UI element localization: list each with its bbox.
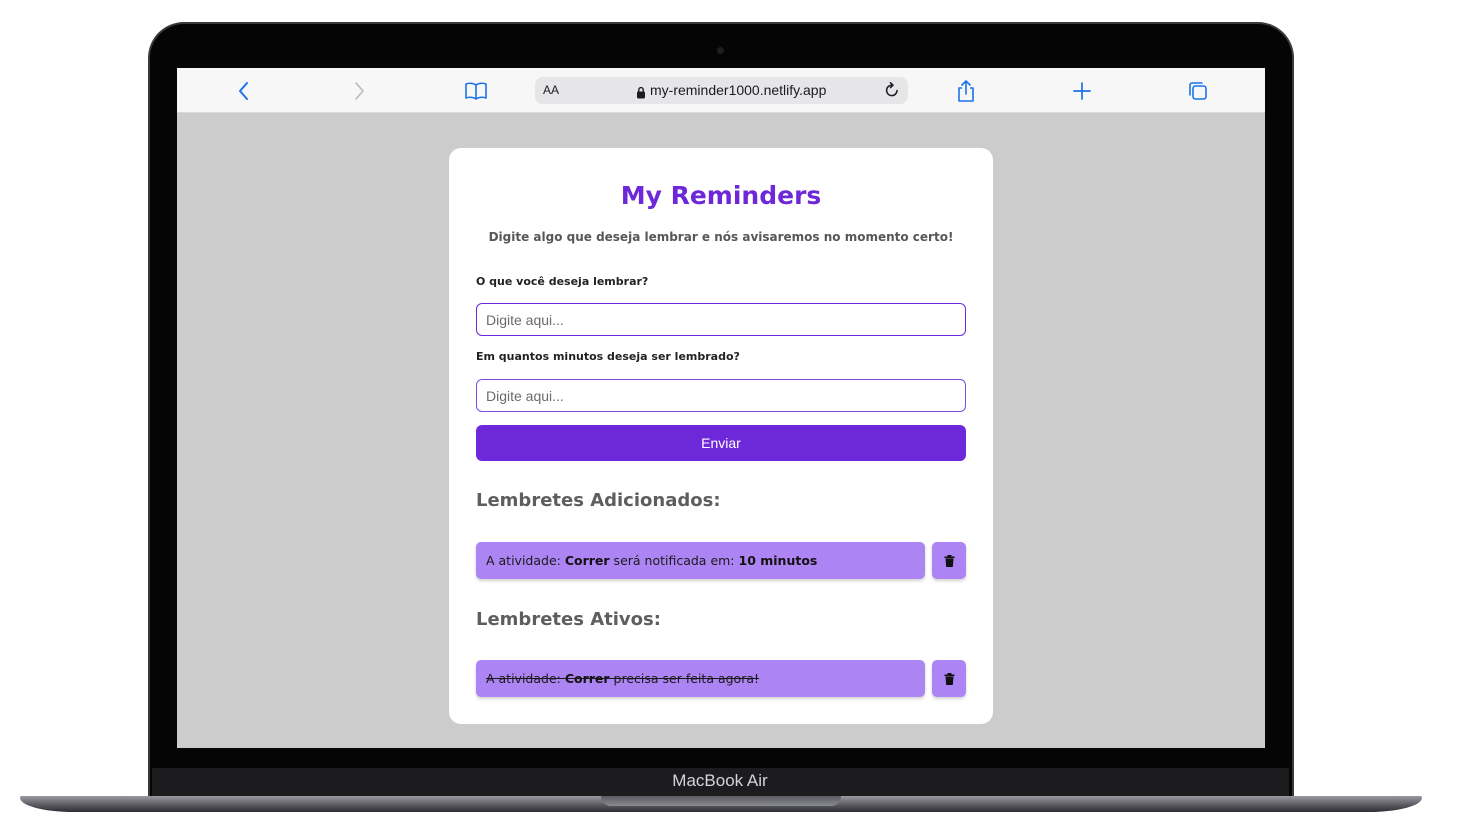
reminder-label: O que você deseja lembrar? (476, 275, 649, 288)
reminder-time: 10 minutos (738, 553, 818, 568)
trash-icon (944, 672, 954, 685)
added-reminder-item: A atividade: Correr será notificada em: … (476, 542, 925, 579)
book-icon[interactable] (464, 79, 488, 103)
tabs-icon[interactable] (1186, 79, 1210, 103)
reminder-text-middle: será notificada em: (609, 553, 739, 568)
lock-icon (636, 84, 646, 103)
laptop-notch (601, 796, 841, 806)
delete-added-reminder-button[interactable] (932, 542, 966, 579)
reminder-text-suffix: precisa ser feita agora! (609, 671, 759, 686)
address-bar[interactable]: AA my-reminder1000.netlify.app (535, 77, 908, 104)
trash-icon (944, 554, 954, 567)
reminder-activity: Correr (564, 553, 610, 568)
submit-button[interactable]: Enviar (476, 425, 966, 461)
delete-active-reminder-button[interactable] (932, 660, 966, 697)
reminder-activity: Correr (564, 671, 610, 686)
minutes-label: Em quantos minutos deseja ser lembrado? (476, 350, 740, 363)
reload-icon[interactable] (882, 80, 902, 100)
active-reminder-item: A atividade: Correr precisa ser feita ag… (476, 660, 925, 697)
active-reminders-heading: Lembretes Ativos: (476, 609, 661, 630)
url-text[interactable]: my-reminder1000.netlify.app (650, 82, 826, 98)
browser-toolbar: AA my-reminder1000.netlify.app (177, 68, 1265, 113)
camera-icon (717, 47, 724, 54)
plus-icon[interactable] (1070, 79, 1094, 103)
chevron-right-icon[interactable] (347, 79, 371, 103)
browser-screen: AA my-reminder1000.netlify.app My Remind… (177, 68, 1265, 748)
added-reminders-heading: Lembretes Adicionados: (476, 490, 721, 511)
device-label: MacBook Air (672, 771, 768, 790)
reminder-input[interactable] (476, 303, 966, 336)
text-size-button[interactable]: AA (543, 83, 559, 97)
chevron-left-icon[interactable] (232, 79, 256, 103)
share-icon[interactable] (954, 79, 978, 103)
reminder-text-prefix: A atividade: (486, 553, 565, 568)
page-subtitle: Digite algo que deseja lembrar e nós avi… (488, 230, 954, 244)
reminders-card: My Reminders Digite algo que deseja lemb… (449, 148, 993, 724)
page-title: My Reminders (620, 181, 822, 210)
minutes-input[interactable] (476, 379, 966, 412)
reminder-text-prefix: A atividade: (486, 671, 565, 686)
